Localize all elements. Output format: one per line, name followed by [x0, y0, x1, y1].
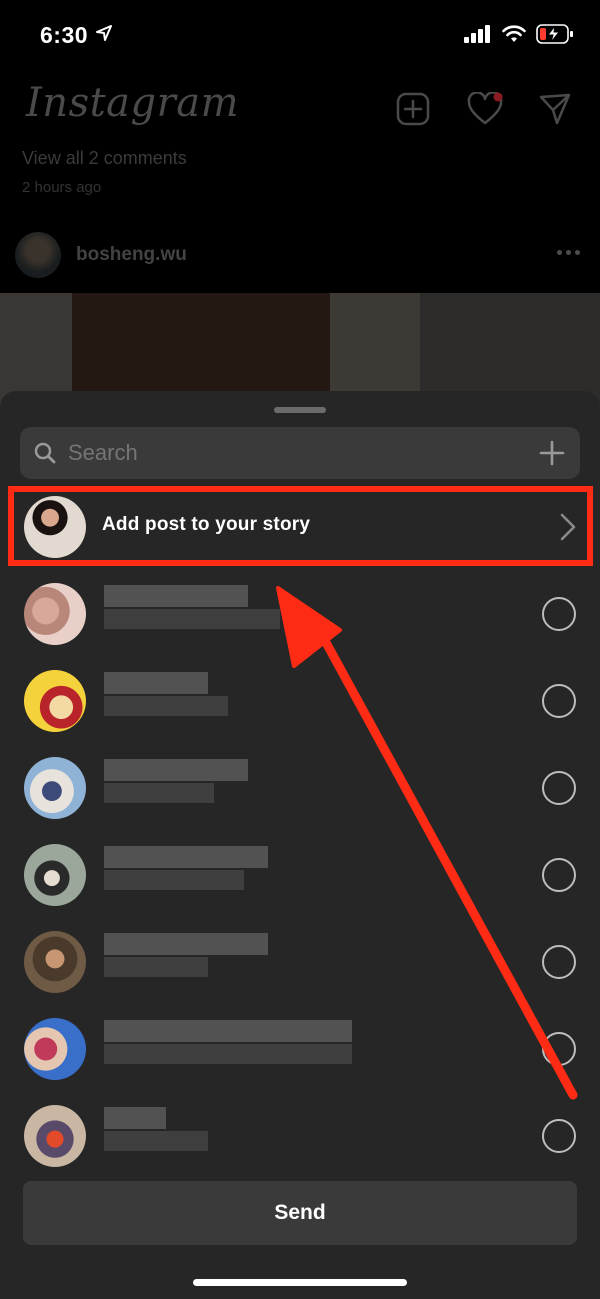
avatar — [24, 844, 86, 906]
avatar — [24, 496, 86, 558]
list-item[interactable] — [0, 844, 600, 931]
select-radio[interactable] — [542, 858, 576, 892]
add-to-story-label: Add post to your story — [102, 514, 311, 535]
avatar — [15, 232, 61, 278]
list-item[interactable] — [0, 931, 600, 1018]
send-button[interactable]: Send — [23, 1181, 577, 1245]
select-radio[interactable] — [542, 771, 576, 805]
wifi-icon — [502, 25, 526, 42]
location-arrow-icon — [96, 25, 112, 41]
post-author[interactable]: bosheng.wu — [15, 232, 187, 278]
add-to-story-row[interactable]: Add post to your story — [8, 486, 593, 566]
avatar — [24, 670, 86, 732]
avatar — [24, 1018, 86, 1080]
avatar — [24, 1105, 86, 1167]
chevron-right-icon — [560, 513, 576, 541]
home-indicator[interactable] — [193, 1279, 407, 1286]
sheet-grabber[interactable] — [274, 407, 326, 413]
new-post-icon[interactable] — [396, 92, 430, 126]
list-item[interactable] — [0, 1105, 600, 1192]
search-input[interactable] — [68, 440, 508, 466]
status-bar: 6:30 — [0, 0, 600, 72]
battery-charging-icon — [536, 24, 573, 44]
list-item[interactable] — [0, 670, 600, 757]
post-username: bosheng.wu — [76, 244, 187, 265]
select-radio[interactable] — [542, 1032, 576, 1066]
list-item[interactable] — [0, 583, 600, 670]
select-radio[interactable] — [542, 945, 576, 979]
more-options-icon[interactable] — [557, 250, 580, 255]
direct-message-icon[interactable] — [538, 92, 572, 126]
avatar — [24, 757, 86, 819]
list-item[interactable] — [0, 757, 600, 844]
activity-heart-icon[interactable] — [467, 92, 503, 126]
post-timestamp: 2 hours ago — [22, 179, 102, 196]
select-radio[interactable] — [542, 597, 576, 631]
list-item[interactable] — [0, 1018, 600, 1105]
feed-header: Instagram — [0, 72, 600, 142]
cellular-signal-icon — [464, 25, 490, 43]
status-time: 6:30 — [40, 22, 89, 48]
select-radio[interactable] — [542, 1119, 576, 1153]
avatar — [24, 931, 86, 993]
instagram-logo: Instagram — [26, 80, 240, 126]
select-radio[interactable] — [542, 684, 576, 718]
avatar — [24, 583, 86, 645]
view-comments-link[interactable]: View all 2 comments — [22, 148, 187, 169]
search-bar[interactable] — [20, 427, 580, 479]
share-sheet: Add post to your story Sen — [0, 391, 600, 1299]
search-icon — [34, 442, 56, 464]
create-group-plus-icon[interactable] — [538, 439, 566, 467]
